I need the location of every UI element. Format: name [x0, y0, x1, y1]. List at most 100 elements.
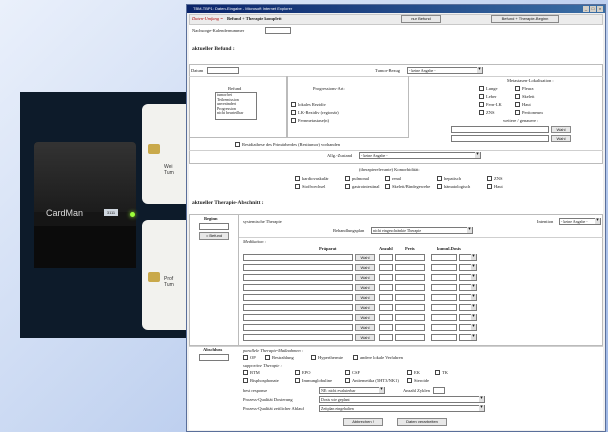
dosis-input[interactable] [431, 264, 457, 271]
preis-input[interactable] [395, 314, 425, 321]
unit-select[interactable] [459, 304, 477, 311]
praeparat-input[interactable] [243, 294, 353, 301]
unit-select[interactable] [459, 254, 477, 261]
meta-more-input[interactable] [451, 135, 549, 142]
praeparat-wahl-button[interactable]: Wahl [355, 304, 375, 311]
anzahl-input[interactable] [379, 274, 393, 281]
komorb-checkbox[interactable] [385, 184, 390, 189]
meta-checkbox[interactable] [479, 110, 484, 115]
close-icon[interactable]: × [597, 6, 603, 12]
praeparat-input[interactable] [243, 334, 353, 341]
allg-zustand-select[interactable]: - keine Angabe - [359, 152, 481, 159]
praeparat-wahl-button[interactable]: Wahl [355, 334, 375, 341]
praeparat-input[interactable] [243, 264, 353, 271]
anzahl-input[interactable] [379, 324, 393, 331]
residual-checkbox[interactable] [235, 142, 240, 147]
dosis-input[interactable] [431, 334, 457, 341]
meta-wahl-button[interactable]: Wahl [551, 135, 571, 142]
anzahl-input[interactable] [379, 314, 393, 321]
preis-input[interactable] [395, 254, 425, 261]
meta-checkbox[interactable] [479, 94, 484, 99]
anzahl-zyklen-input[interactable] [433, 387, 445, 394]
beginn-input[interactable] [199, 223, 229, 230]
komorb-checkbox[interactable] [385, 176, 390, 181]
unit-select[interactable] [459, 314, 477, 321]
supportive-checkbox[interactable] [345, 378, 350, 383]
dosis-input[interactable] [431, 284, 457, 291]
preis-input[interactable] [395, 304, 425, 311]
best-response-select[interactable]: NE: nicht evaluierbar [319, 387, 385, 394]
unit-select[interactable] [459, 264, 477, 271]
praeparat-input[interactable] [243, 324, 353, 331]
praeparat-input[interactable] [243, 304, 353, 311]
minimize-icon[interactable]: _ [583, 6, 589, 12]
meta-checkbox[interactable] [515, 86, 520, 91]
anzahl-input[interactable] [379, 254, 393, 261]
praeparat-input[interactable] [243, 254, 353, 261]
dosis-input[interactable] [431, 294, 457, 301]
praeparat-wahl-button[interactable]: Wahl [355, 264, 375, 271]
praeparat-wahl-button[interactable]: Wahl [355, 254, 375, 261]
komorb-checkbox[interactable] [487, 176, 492, 181]
komorb-checkbox[interactable] [437, 176, 442, 181]
komorb-checkbox[interactable] [487, 184, 492, 189]
progression-checkbox[interactable] [291, 102, 296, 107]
komorb-checkbox[interactable] [345, 176, 350, 181]
abschluss-input[interactable] [199, 354, 229, 361]
meta-checkbox[interactable] [515, 94, 520, 99]
time-select[interactable]: Zeitplan eingehalten [319, 405, 485, 412]
unit-select[interactable] [459, 294, 477, 301]
parallel-checkbox[interactable] [265, 355, 270, 360]
praeparat-wahl-button[interactable]: Wahl [355, 294, 375, 301]
preis-input[interactable] [395, 294, 425, 301]
meta-checkbox[interactable] [515, 102, 520, 107]
praeparat-input[interactable] [243, 274, 353, 281]
praeparat-wahl-button[interactable]: Wahl [355, 314, 375, 321]
befund-listbox[interactable]: tumorfrei Teilremission unverändert Prog… [215, 92, 257, 120]
komorb-checkbox[interactable] [437, 184, 442, 189]
tumor-bezug-select[interactable]: - keine Angabe - [407, 67, 483, 74]
followup-input[interactable] [265, 27, 291, 34]
progression-checkbox[interactable] [291, 118, 296, 123]
process-data-button[interactable]: Daten verarbeiten [397, 418, 447, 426]
praeparat-input[interactable] [243, 314, 353, 321]
dosis-input[interactable] [431, 254, 457, 261]
meta-checkbox[interactable] [515, 110, 520, 115]
komorb-checkbox[interactable] [345, 184, 350, 189]
preis-input[interactable] [395, 334, 425, 341]
datum-input[interactable] [207, 67, 239, 74]
preis-input[interactable] [395, 284, 425, 291]
supportive-checkbox[interactable] [407, 370, 412, 375]
anzahl-input[interactable] [379, 304, 393, 311]
supportive-checkbox[interactable] [243, 370, 248, 375]
meta-wahl-button[interactable]: Wahl [551, 126, 571, 133]
dosis-input[interactable] [431, 304, 457, 311]
intention-select[interactable]: - keine Angabe - [559, 218, 601, 225]
komorb-checkbox[interactable] [295, 176, 300, 181]
unit-select[interactable] [459, 274, 477, 281]
meta-checkbox[interactable] [479, 102, 484, 107]
meta-checkbox[interactable] [479, 86, 484, 91]
supportive-checkbox[interactable] [295, 370, 300, 375]
praeparat-wahl-button[interactable]: Wahl [355, 284, 375, 291]
supportive-checkbox[interactable] [295, 378, 300, 383]
anzahl-input[interactable] [379, 294, 393, 301]
anzahl-input[interactable] [379, 284, 393, 291]
praeparat-input[interactable] [243, 284, 353, 291]
supportive-checkbox[interactable] [243, 378, 248, 383]
komorb-checkbox[interactable] [295, 184, 300, 189]
unit-select[interactable] [459, 334, 477, 341]
unit-select[interactable] [459, 284, 477, 291]
cancel-button[interactable]: Abbrechen ! [343, 418, 383, 426]
parallel-checkbox[interactable] [311, 355, 316, 360]
supportive-checkbox[interactable] [435, 370, 440, 375]
praeparat-wahl-button[interactable]: Wahl [355, 274, 375, 281]
anzahl-input[interactable] [379, 334, 393, 341]
progression-checkbox[interactable] [291, 110, 296, 115]
parallel-checkbox[interactable] [353, 355, 358, 360]
befund-option[interactable]: nicht beurteilbar [217, 110, 256, 116]
dosis-input[interactable] [431, 314, 457, 321]
unit-select[interactable] [459, 324, 477, 331]
maximize-icon[interactable]: □ [590, 6, 596, 12]
befund-therapie-button[interactable]: Befund + Therapie-Beginn [491, 15, 559, 23]
